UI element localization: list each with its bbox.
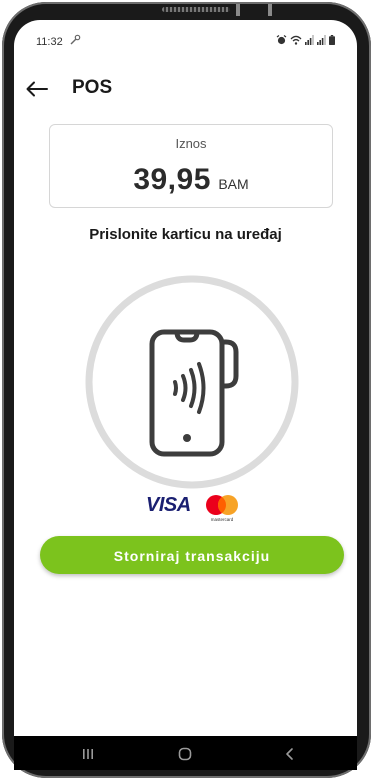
back-button[interactable]	[22, 76, 52, 102]
signal-icon	[317, 35, 326, 45]
mastercard-caption: mastercard	[211, 517, 234, 522]
recent-apps-icon	[83, 749, 93, 759]
speaker-grille	[162, 7, 230, 12]
app-screen: 11:32 POS Iznos 39,95 BAM Prislonite kar…	[14, 20, 357, 736]
back-nav-button[interactable]	[270, 742, 310, 766]
nfc-graphic	[80, 270, 304, 494]
amount-currency: BAM	[218, 176, 249, 192]
void-transaction-button[interactable]: Storniraj transakciju	[40, 536, 344, 574]
amount-value-row: 39,95 BAM	[50, 163, 332, 197]
tap-card-instruction: Prislonite karticu na uređaj	[89, 226, 282, 243]
home-icon	[178, 747, 192, 761]
frame-notch	[268, 2, 272, 16]
wifi-icon	[290, 35, 302, 45]
arrow-left-icon	[26, 81, 48, 97]
page-title: POS	[72, 77, 113, 98]
amount-card: Iznos 39,95 BAM	[49, 124, 333, 208]
status-bar: 11:32	[14, 20, 357, 48]
signal-icon	[305, 35, 314, 45]
battery-icon	[329, 35, 335, 45]
mastercard-logo: mastercard	[206, 495, 238, 522]
status-icons	[276, 35, 335, 45]
back-icon	[286, 748, 293, 760]
wrench-icon	[69, 33, 81, 51]
frame-notch	[236, 2, 240, 16]
alarm-icon	[276, 35, 287, 45]
status-time: 11:32	[36, 36, 63, 48]
card-logos: VISA mastercard	[144, 494, 244, 522]
amount-value: 39,95	[133, 163, 211, 196]
system-nav-bar	[14, 736, 357, 770]
recent-apps-button[interactable]	[68, 742, 108, 766]
phone-contactless-icon	[149, 329, 239, 457]
amount-label: Iznos	[175, 136, 207, 151]
app-header: POS	[14, 72, 357, 108]
home-button[interactable]	[165, 742, 205, 766]
visa-logo: VISA	[146, 494, 191, 516]
